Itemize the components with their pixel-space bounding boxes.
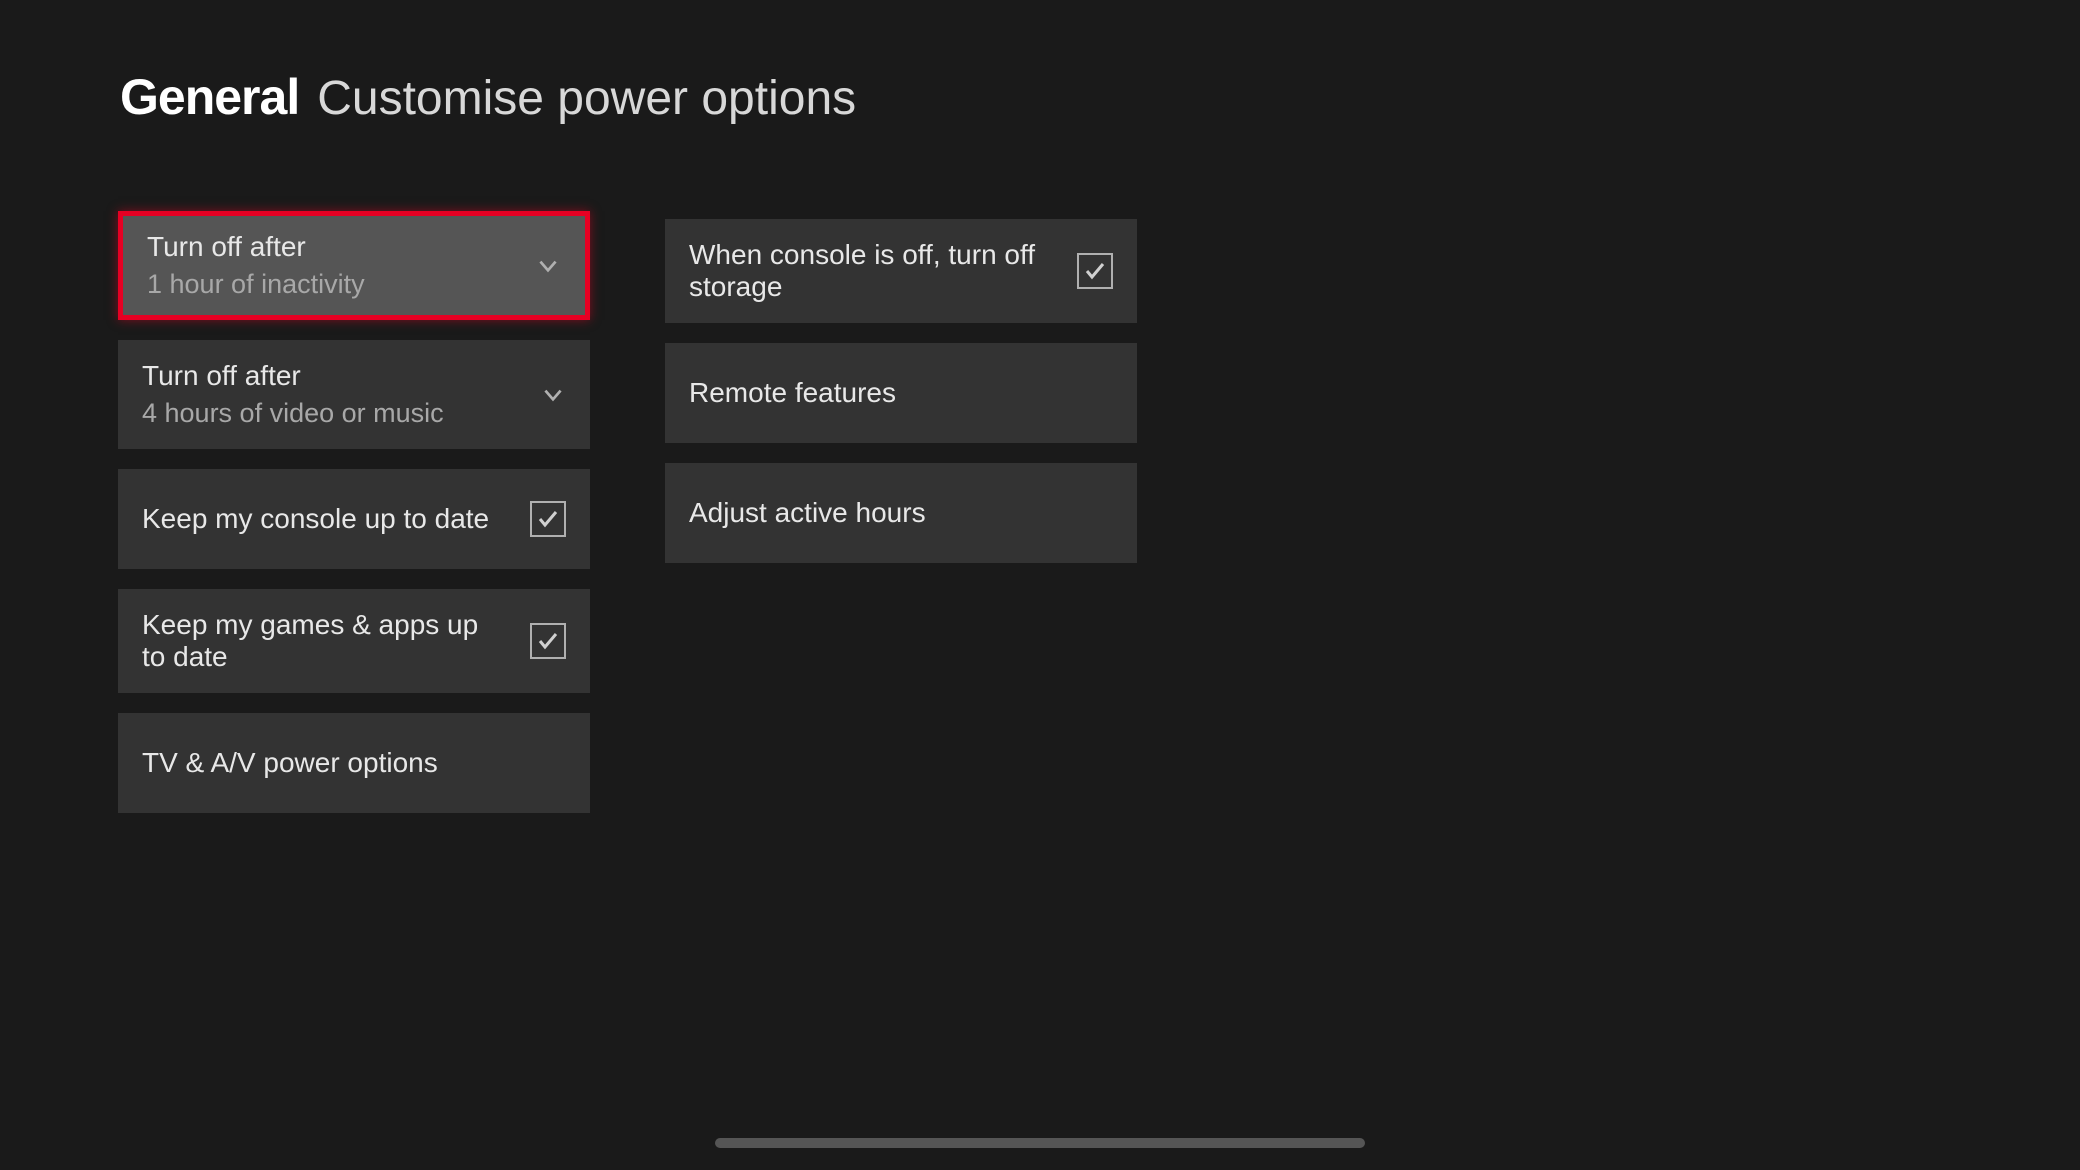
option-text: Turn off after 1 hour of inactivity [147,231,523,300]
option-label: When console is off, turn off storage [689,239,1069,303]
left-column: Turn off after 1 hour of inactivity Turn… [118,211,590,813]
chevron-down-icon [540,382,566,408]
option-label: Adjust active hours [689,497,926,529]
option-label: Remote features [689,377,896,409]
checkbox-checked-icon [530,623,566,659]
option-label: Keep my console up to date [142,503,489,535]
remote-features-button[interactable]: Remote features [665,343,1137,443]
option-value: 1 hour of inactivity [147,269,523,300]
option-label: Turn off after [142,360,528,392]
home-indicator [715,1138,1365,1148]
keep-console-updated-toggle[interactable]: Keep my console up to date [118,469,590,569]
turn-off-media-dropdown[interactable]: Turn off after 4 hours of video or music [118,340,590,449]
option-value: 4 hours of video or music [142,398,528,429]
adjust-active-hours-button[interactable]: Adjust active hours [665,463,1137,563]
keep-games-updated-toggle[interactable]: Keep my games & apps up to date [118,589,590,693]
checkbox-checked-icon [1077,253,1113,289]
option-label: Keep my games & apps up to date [142,609,502,673]
options-grid: Turn off after 1 hour of inactivity Turn… [0,126,2080,813]
right-column: When console is off, turn off storage Re… [665,211,1137,813]
turn-off-storage-toggle[interactable]: When console is off, turn off storage [665,219,1137,323]
tv-av-power-button[interactable]: TV & A/V power options [118,713,590,813]
page-header: General Customise power options [0,0,2080,126]
option-label: Turn off after [147,231,523,263]
header-title: Customise power options [317,71,856,126]
turn-off-inactivity-dropdown[interactable]: Turn off after 1 hour of inactivity [118,211,590,320]
chevron-down-icon [535,253,561,279]
option-text: Turn off after 4 hours of video or music [142,360,528,429]
header-category: General [120,68,299,126]
option-label: TV & A/V power options [142,747,438,779]
checkbox-checked-icon [530,501,566,537]
